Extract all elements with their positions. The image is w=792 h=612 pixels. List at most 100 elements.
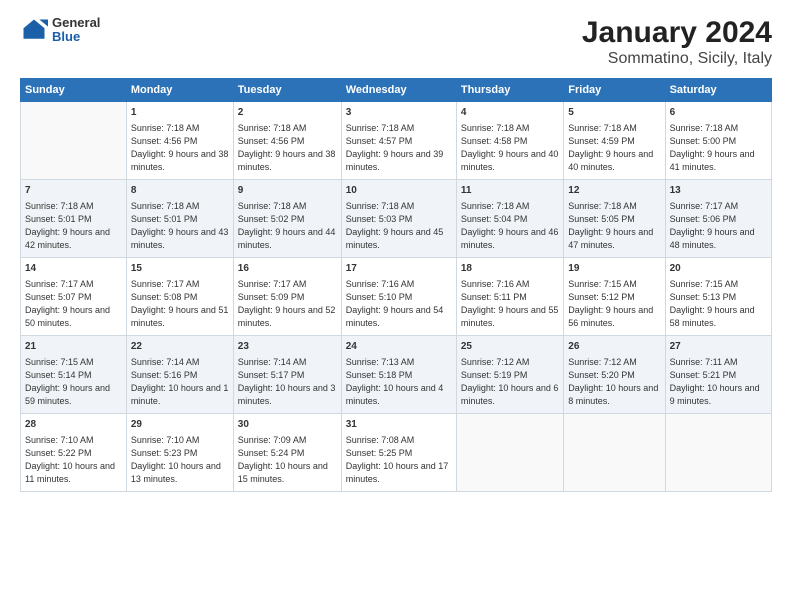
daylight-text: Daylight: 9 hours and 42 minutes. [25, 227, 110, 250]
day-number: 23 [238, 340, 337, 355]
day-cell [564, 414, 665, 492]
sunrise-text: Sunrise: 7:18 AM [670, 123, 739, 133]
col-thursday: Thursday [456, 79, 563, 102]
sunrise-text: Sunrise: 7:18 AM [461, 201, 530, 211]
col-monday: Monday [126, 79, 233, 102]
daylight-text: Daylight: 10 hours and 9 minutes. [670, 383, 760, 406]
sunset-text: Sunset: 5:20 PM [568, 370, 635, 380]
daylight-text: Daylight: 10 hours and 15 minutes. [238, 461, 328, 484]
title-area: January 2024 Sommatino, Sicily, Italy [582, 16, 772, 68]
day-cell: 21Sunrise: 7:15 AMSunset: 5:14 PMDayligh… [21, 336, 127, 414]
day-number: 17 [346, 262, 452, 277]
daylight-text: Daylight: 9 hours and 40 minutes. [461, 149, 559, 172]
day-cell: 29Sunrise: 7:10 AMSunset: 5:23 PMDayligh… [126, 414, 233, 492]
day-cell: 20Sunrise: 7:15 AMSunset: 5:13 PMDayligh… [665, 258, 771, 336]
sunrise-text: Sunrise: 7:17 AM [25, 279, 94, 289]
daylight-text: Daylight: 10 hours and 4 minutes. [346, 383, 444, 406]
col-saturday: Saturday [665, 79, 771, 102]
sunrise-text: Sunrise: 7:18 AM [131, 201, 200, 211]
sunset-text: Sunset: 4:58 PM [461, 136, 528, 146]
day-number: 29 [131, 418, 229, 433]
day-cell: 13Sunrise: 7:17 AMSunset: 5:06 PMDayligh… [665, 180, 771, 258]
day-cell: 18Sunrise: 7:16 AMSunset: 5:11 PMDayligh… [456, 258, 563, 336]
sunset-text: Sunset: 4:59 PM [568, 136, 635, 146]
sunset-text: Sunset: 5:01 PM [25, 214, 92, 224]
day-number: 31 [346, 418, 452, 433]
day-cell: 9Sunrise: 7:18 AMSunset: 5:02 PMDaylight… [233, 180, 341, 258]
day-number: 16 [238, 262, 337, 277]
daylight-text: Daylight: 9 hours and 59 minutes. [25, 383, 110, 406]
day-number: 1 [131, 106, 229, 121]
daylight-text: Daylight: 10 hours and 8 minutes. [568, 383, 658, 406]
sunset-text: Sunset: 5:02 PM [238, 214, 305, 224]
sunset-text: Sunset: 4:56 PM [238, 136, 305, 146]
day-cell: 25Sunrise: 7:12 AMSunset: 5:19 PMDayligh… [456, 336, 563, 414]
sunrise-text: Sunrise: 7:10 AM [131, 435, 200, 445]
sunset-text: Sunset: 5:13 PM [670, 292, 737, 302]
col-friday: Friday [564, 79, 665, 102]
sunrise-text: Sunrise: 7:15 AM [25, 357, 94, 367]
sunrise-text: Sunrise: 7:17 AM [670, 201, 739, 211]
day-number: 10 [346, 184, 452, 199]
sunrise-text: Sunrise: 7:15 AM [568, 279, 637, 289]
daylight-text: Daylight: 9 hours and 51 minutes. [131, 305, 229, 328]
sunset-text: Sunset: 5:01 PM [131, 214, 198, 224]
day-number: 19 [568, 262, 660, 277]
day-cell [456, 414, 563, 492]
sunset-text: Sunset: 5:16 PM [131, 370, 198, 380]
sunrise-text: Sunrise: 7:09 AM [238, 435, 307, 445]
day-number: 21 [25, 340, 122, 355]
daylight-text: Daylight: 9 hours and 54 minutes. [346, 305, 444, 328]
day-cell: 24Sunrise: 7:13 AMSunset: 5:18 PMDayligh… [341, 336, 456, 414]
day-number: 11 [461, 184, 559, 199]
day-number: 22 [131, 340, 229, 355]
day-number: 13 [670, 184, 767, 199]
sunrise-text: Sunrise: 7:17 AM [131, 279, 200, 289]
day-cell: 6Sunrise: 7:18 AMSunset: 5:00 PMDaylight… [665, 102, 771, 180]
day-cell: 7Sunrise: 7:18 AMSunset: 5:01 PMDaylight… [21, 180, 127, 258]
day-cell: 12Sunrise: 7:18 AMSunset: 5:05 PMDayligh… [564, 180, 665, 258]
sunrise-text: Sunrise: 7:18 AM [238, 123, 307, 133]
logo-blue: Blue [52, 30, 100, 44]
daylight-text: Daylight: 9 hours and 40 minutes. [568, 149, 653, 172]
header-row: Sunday Monday Tuesday Wednesday Thursday… [21, 79, 772, 102]
daylight-text: Daylight: 10 hours and 11 minutes. [25, 461, 115, 484]
sunrise-text: Sunrise: 7:18 AM [25, 201, 94, 211]
day-cell: 15Sunrise: 7:17 AMSunset: 5:08 PMDayligh… [126, 258, 233, 336]
daylight-text: Daylight: 9 hours and 45 minutes. [346, 227, 444, 250]
daylight-text: Daylight: 9 hours and 41 minutes. [670, 149, 755, 172]
week-row-4: 21Sunrise: 7:15 AMSunset: 5:14 PMDayligh… [21, 336, 772, 414]
sunrise-text: Sunrise: 7:15 AM [670, 279, 739, 289]
day-cell: 31Sunrise: 7:08 AMSunset: 5:25 PMDayligh… [341, 414, 456, 492]
sunset-text: Sunset: 5:22 PM [25, 448, 92, 458]
sunset-text: Sunset: 5:03 PM [346, 214, 413, 224]
week-row-2: 7Sunrise: 7:18 AMSunset: 5:01 PMDaylight… [21, 180, 772, 258]
day-cell [665, 414, 771, 492]
sunset-text: Sunset: 5:05 PM [568, 214, 635, 224]
day-cell: 2Sunrise: 7:18 AMSunset: 4:56 PMDaylight… [233, 102, 341, 180]
daylight-text: Daylight: 9 hours and 58 minutes. [670, 305, 755, 328]
day-number: 9 [238, 184, 337, 199]
day-number: 8 [131, 184, 229, 199]
daylight-text: Daylight: 10 hours and 3 minutes. [238, 383, 336, 406]
sunset-text: Sunset: 5:08 PM [131, 292, 198, 302]
sunset-text: Sunset: 5:18 PM [346, 370, 413, 380]
daylight-text: Daylight: 9 hours and 47 minutes. [568, 227, 653, 250]
day-cell: 3Sunrise: 7:18 AMSunset: 4:57 PMDaylight… [341, 102, 456, 180]
daylight-text: Daylight: 10 hours and 1 minute. [131, 383, 229, 406]
daylight-text: Daylight: 10 hours and 13 minutes. [131, 461, 221, 484]
sunset-text: Sunset: 5:12 PM [568, 292, 635, 302]
day-number: 18 [461, 262, 559, 277]
sunset-text: Sunset: 5:09 PM [238, 292, 305, 302]
logo: General Blue [20, 16, 100, 45]
header: General Blue January 2024 Sommatino, Sic… [20, 16, 772, 68]
day-number: 4 [461, 106, 559, 121]
sunset-text: Sunset: 5:25 PM [346, 448, 413, 458]
day-number: 3 [346, 106, 452, 121]
sunset-text: Sunset: 5:04 PM [461, 214, 528, 224]
sunset-text: Sunset: 5:17 PM [238, 370, 305, 380]
day-cell: 5Sunrise: 7:18 AMSunset: 4:59 PMDaylight… [564, 102, 665, 180]
sunrise-text: Sunrise: 7:12 AM [568, 357, 637, 367]
sunset-text: Sunset: 5:10 PM [346, 292, 413, 302]
sunset-text: Sunset: 5:19 PM [461, 370, 528, 380]
